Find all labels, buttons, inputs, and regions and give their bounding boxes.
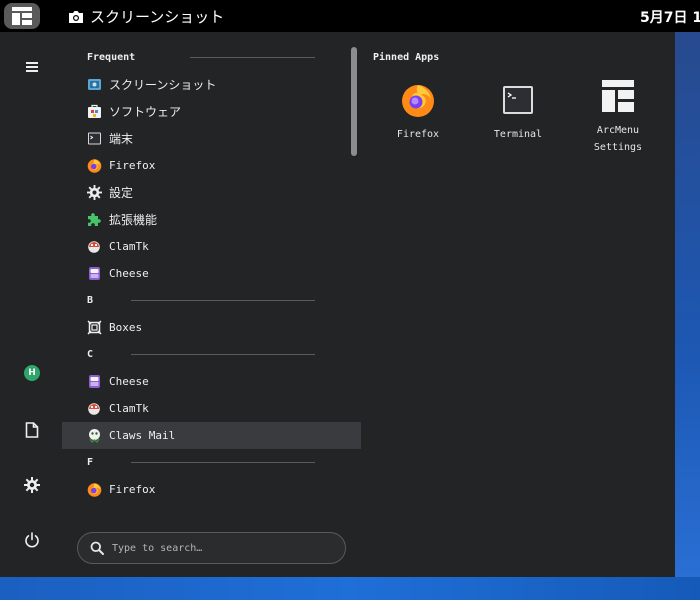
app-label: Cheese [109,375,149,388]
app-label: Cheese [109,267,149,280]
desktop-wallpaper [675,32,700,577]
claws-mail-icon [89,429,100,443]
search-box[interactable] [77,532,346,564]
section-header: Frequent [62,44,361,71]
menu-sidebar: H [0,32,62,577]
search-icon [90,541,104,555]
app-list-item[interactable]: ClamTk [62,395,361,422]
section-header: F [62,449,361,476]
app-label: ソフトウェア [109,105,182,119]
arcmenu-panel: H Frequent スクリーンショット ソフトウェア 端末 Firefox 設… [0,32,675,577]
screenshot-icon [88,79,101,90]
user-avatar-button[interactable]: H [19,360,45,386]
clock[interactable]: 5月7日 19 [640,7,700,27]
section-header: B [62,287,361,314]
pinned-app-label-line2: Settings [593,142,643,153]
app-list-item[interactable]: ClamTk [62,233,361,260]
terminal-icon [503,86,533,114]
app-list-item[interactable]: 端末 [62,125,361,152]
focused-app-title: スクリーンショット [90,8,225,26]
power-icon [25,532,39,548]
app-list-item[interactable]: Cheese [62,368,361,395]
section-divider [131,300,315,301]
hamburger-icon [26,62,38,72]
section-divider [131,354,315,355]
app-list[interactable]: Frequent スクリーンショット ソフトウェア 端末 Firefox 設定拡張機能 Cl… [62,44,361,519]
camera-icon [69,10,83,23]
pinned-app-label-line1: ArcMenu [596,125,640,136]
clamtk-icon [88,241,100,253]
section-title: B [87,295,94,306]
pinned-app-label: Firefox [396,129,440,140]
pinned-app-label: Terminal [493,129,543,140]
settings-icon [87,185,102,200]
pinned-app-firefox[interactable]: Firefox [373,82,463,143]
arcmenu-button[interactable] [4,3,40,29]
app-label: Claws Mail [109,429,176,442]
app-label: ClamTk [109,240,149,253]
section-divider [190,57,315,58]
pinned-app-terminal[interactable]: Terminal [473,82,563,143]
arcmenu-icon [12,7,32,25]
app-list-item[interactable]: Firefox [62,152,361,179]
section-title: F [87,457,94,468]
app-label: Firefox [109,483,156,496]
section-header: C [62,341,361,368]
app-list-item[interactable]: スクリーンショット [62,71,361,98]
firefox-icon [87,483,102,497]
app-label: 端末 [109,132,134,146]
app-label: 設定 [109,186,134,200]
app-label: Firefox [109,159,156,172]
app-list-item[interactable]: ソフトウェア [62,98,361,125]
firefox-icon [402,85,434,117]
section-divider [131,462,315,463]
app-label: スクリーンショット [109,78,217,92]
app-list-scrollbar[interactable] [351,47,357,156]
dock-area [0,577,700,600]
software-icon [88,104,101,118]
boxes-icon [87,320,102,335]
section-title: Frequent [87,52,136,63]
power-button[interactable] [19,527,45,553]
cheese-icon [89,375,100,388]
app-list-item[interactable]: 設定 [62,179,361,206]
clamtk-icon [88,403,100,415]
categories-button[interactable] [19,54,45,80]
app-list-item[interactable]: Boxes [62,314,361,341]
pinned-app-arcmenu-settings[interactable]: ArcMenu Settings [573,78,663,156]
top-bar: スクリーンショット 5月7日 19 [0,0,700,32]
app-list-item[interactable]: Firefox [62,476,361,503]
app-list-item[interactable]: 拡張機能 [62,206,361,233]
section-title: C [87,349,94,360]
documents-button[interactable] [19,417,45,443]
app-label: 拡張機能 [109,213,158,227]
terminal-icon [88,132,101,145]
document-icon [25,422,39,438]
gear-icon [24,477,40,493]
app-list-item[interactable]: Cheese [62,260,361,287]
focused-app-indicator[interactable]: スクリーンショット [68,6,224,27]
app-list-item[interactable]: Claws Mail [62,422,361,449]
arcmenu-icon [602,80,634,112]
cheese-icon [89,267,100,280]
settings-button[interactable] [19,472,45,498]
app-label: ClamTk [109,402,149,415]
extensions-icon [88,213,101,226]
firefox-icon [87,159,102,173]
search-input[interactable] [112,542,322,554]
avatar: H [24,365,40,381]
app-label: Boxes [109,321,143,334]
pinned-apps-heading: Pinned Apps [373,52,440,63]
